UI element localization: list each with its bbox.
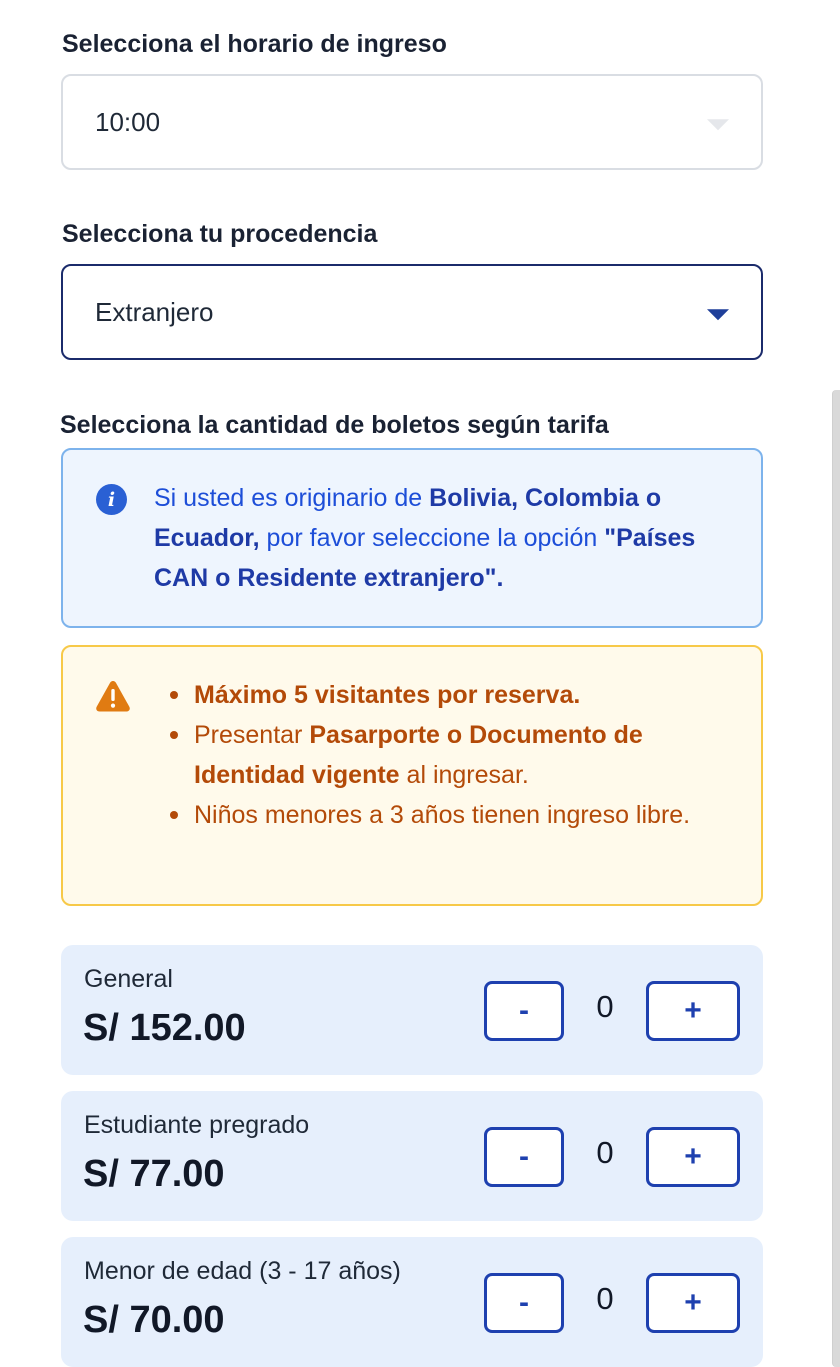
quantity-value: 0 [596,989,614,1024]
ticket-card-general: General S/ 152.00 - 0 + [61,945,763,1075]
schedule-select[interactable]: 10:00 [61,74,763,170]
decrease-quantity-button[interactable]: - [484,1273,564,1333]
increase-quantity-button[interactable]: + [646,981,740,1041]
ticket-card-minor: Menor de edad (3 - 17 años) S/ 70.00 - 0… [61,1237,763,1367]
decrease-quantity-button[interactable]: - [484,1127,564,1187]
schedule-selected-value: 10:00 [95,106,161,137]
decrease-quantity-button[interactable]: - [484,981,564,1041]
scrollbar-track[interactable] [830,0,840,1367]
info-icon: i [96,484,127,515]
quantity-value: 0 [596,1135,614,1170]
warning-item: Presentar Pasarporte o Documento de Iden… [165,715,725,795]
info-notice-text: Si usted es originario de Bolivia, Colom… [154,478,734,598]
warning-list: Máximo 5 visitantes por reserva. Present… [165,675,725,835]
increase-quantity-button[interactable]: + [646,1273,740,1333]
info-text-part: Si usted es originario de [154,484,430,512]
quantity-value: 0 [596,1281,614,1316]
warning-max-visitors: Máximo 5 visitantes por reserva. [194,681,581,709]
info-text-part: por favor seleccione la opción [259,524,605,552]
warning-triangle-icon [96,681,130,712]
origin-label: Selecciona tu procedencia [62,220,378,248]
ticket-name: Estudiante pregrado [84,1111,310,1139]
warning-notice: Máximo 5 visitantes por reserva. Present… [61,645,763,906]
warning-text-part: Presentar [194,721,310,749]
ticket-price: S/ 152.00 [83,1007,246,1049]
increase-quantity-button[interactable]: + [646,1127,740,1187]
warning-item: Niños menores a 3 años tienen ingreso li… [165,795,725,835]
ticket-price: S/ 77.00 [83,1153,225,1195]
chevron-down-icon [707,119,729,131]
scrollbar-thumb[interactable] [832,390,840,1367]
warning-text-part: al ingresar. [399,761,529,789]
origin-selected-value: Extranjero [95,296,214,327]
warning-item: Máximo 5 visitantes por reserva. [165,675,725,715]
ticket-card-student: Estudiante pregrado S/ 77.00 - 0 + [61,1091,763,1221]
ticket-price: S/ 70.00 [83,1299,225,1341]
ticket-name: Menor de edad (3 - 17 años) [84,1257,401,1285]
ticket-name: General [84,965,173,993]
schedule-label: Selecciona el horario de ingreso [62,30,447,58]
origin-select[interactable]: Extranjero [61,264,763,360]
chevron-down-icon [707,309,729,321]
warning-children: Niños menores a 3 años tienen ingreso li… [194,801,691,829]
info-notice: i Si usted es originario de Bolivia, Col… [61,448,763,628]
tickets-section-label: Selecciona la cantidad de boletos según … [60,411,609,439]
